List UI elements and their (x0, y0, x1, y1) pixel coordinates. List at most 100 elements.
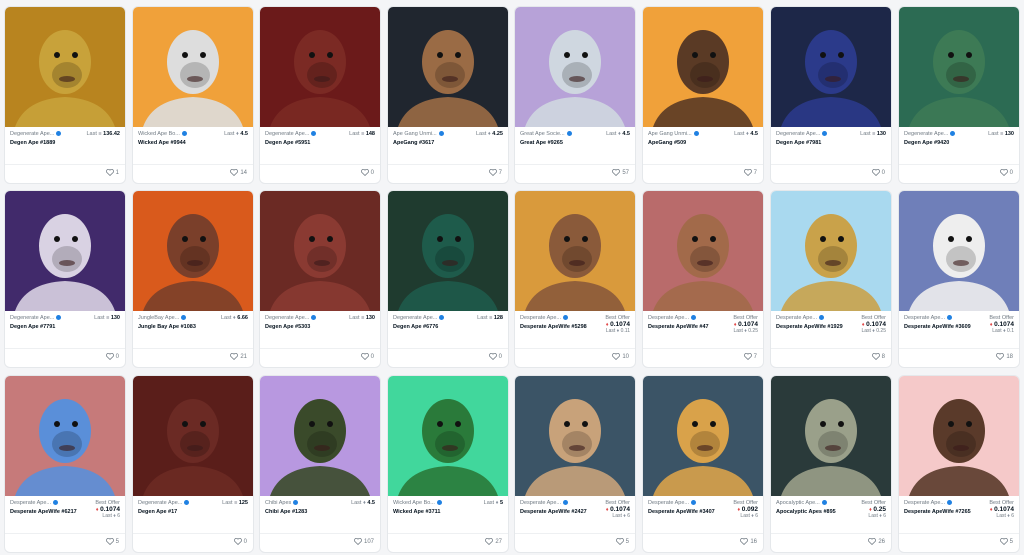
collection-name[interactable]: Desperate Ape... (904, 500, 952, 506)
collection-name[interactable]: Degenerate Ape... (10, 315, 62, 321)
nft-name[interactable]: Desperate ApeWife #5298 (520, 324, 590, 331)
nft-name[interactable]: Degen Ape #1889 (10, 140, 80, 147)
nft-name[interactable]: Great Ape #9265 (520, 140, 590, 147)
favorite-button[interactable]: 21 (230, 353, 247, 360)
favorite-button[interactable]: 0 (233, 538, 247, 545)
nft-name[interactable]: Desperate ApeWife #3407 (648, 509, 718, 516)
nft-card[interactable]: Desperate Ape... Desperate ApeWife #3407 B… (642, 375, 764, 553)
nft-image[interactable] (515, 191, 635, 311)
nft-name[interactable]: ApeGang #509 (648, 140, 718, 147)
favorite-button[interactable]: 0 (360, 169, 374, 176)
nft-name[interactable]: Desperate ApeWife #47 (648, 324, 718, 331)
nft-image[interactable] (260, 191, 380, 311)
favorite-button[interactable]: 27 (485, 538, 502, 545)
nft-card[interactable]: Wicked Ape Bo... Wicked Ape #3711 Last ♦ 5… (387, 375, 509, 553)
collection-name[interactable]: Degenerate Ape... (10, 131, 62, 137)
nft-image[interactable] (771, 376, 891, 496)
nft-image[interactable] (771, 7, 891, 127)
collection-name[interactable]: Desperate Ape... (648, 315, 696, 321)
collection-name[interactable]: Apocalyptic Ape... (776, 500, 827, 506)
nft-name[interactable]: Desperate ApeWife #1929 (776, 324, 846, 331)
nft-image[interactable] (5, 191, 125, 311)
favorite-button[interactable]: 10 (612, 353, 629, 360)
collection-name[interactable]: Degenerate Ape... (776, 131, 828, 137)
favorite-button[interactable]: 1 (105, 169, 119, 176)
nft-card[interactable]: Degenerate Ape... Degen Ape #9420 Last ≡ 1… (898, 6, 1020, 184)
nft-card[interactable]: Degenerate Ape... Degen Ape #1889 Last ≡ 1… (4, 6, 126, 184)
nft-image[interactable] (515, 376, 635, 496)
nft-card[interactable]: Degenerate Ape... Degen Ape #7791 Last ≡ 1… (4, 190, 126, 368)
nft-name[interactable]: Desperate ApeWife #6217 (10, 509, 80, 516)
nft-image[interactable] (643, 376, 763, 496)
nft-name[interactable]: ApeGang #3617 (393, 140, 463, 147)
collection-name[interactable]: Wicked Ape Bo... (393, 500, 442, 506)
favorite-button[interactable]: 5 (615, 538, 629, 545)
collection-name[interactable]: Ape Gang Unmi... (648, 131, 699, 137)
nft-card[interactable]: Desperate Ape... Desperate ApeWife #3609 B… (898, 190, 1020, 368)
collection-name[interactable]: Degenerate Ape... (265, 315, 317, 321)
collection-name[interactable]: Degenerate Ape... (393, 315, 445, 321)
collection-name[interactable]: JungleBay Ape... (138, 315, 187, 321)
nft-card[interactable]: Chibi Apes Chibi Ape #1283 Last ♦ 4.5 107 (259, 375, 381, 553)
nft-image[interactable] (260, 7, 380, 127)
favorite-button[interactable]: 0 (360, 353, 374, 360)
nft-card[interactable]: Ape Gang Unmi... ApeGang #3617 Last ♦ 4.25… (387, 6, 509, 184)
nft-name[interactable]: Wicked Ape #9944 (138, 140, 208, 147)
nft-image[interactable] (5, 7, 125, 127)
nft-name[interactable]: Jungle Bay Ape #1083 (138, 324, 208, 331)
nft-image[interactable] (388, 191, 508, 311)
collection-name[interactable]: Degenerate Ape... (265, 131, 317, 137)
nft-name[interactable]: Desperate ApeWife #3609 (904, 324, 974, 331)
nft-image[interactable] (260, 376, 380, 496)
collection-name[interactable]: Desperate Ape... (520, 500, 568, 506)
nft-name[interactable]: Desperate ApeWife #7265 (904, 509, 974, 516)
favorite-button[interactable]: 107 (354, 538, 374, 545)
nft-card[interactable]: Degenerate Ape... Degen Ape #17 Last ≡ 125… (132, 375, 254, 553)
nft-name[interactable]: Degen Ape #5951 (265, 140, 335, 147)
favorite-button[interactable]: 7 (743, 353, 757, 360)
nft-name[interactable]: Degen Ape #9420 (904, 140, 974, 147)
nft-image[interactable] (5, 376, 125, 496)
collection-name[interactable]: Ape Gang Unmi... (393, 131, 444, 137)
nft-image[interactable] (133, 7, 253, 127)
favorite-button[interactable]: 18 (996, 353, 1013, 360)
favorite-button[interactable]: 0 (488, 353, 502, 360)
nft-image[interactable] (133, 376, 253, 496)
favorite-button[interactable]: 0 (105, 353, 119, 360)
favorite-button[interactable]: 16 (740, 538, 757, 545)
nft-card[interactable]: Desperate Ape... Desperate ApeWife #7265 B… (898, 375, 1020, 553)
nft-card[interactable]: Degenerate Ape... Degen Ape #6776 Last ≡ 1… (387, 190, 509, 368)
nft-card[interactable]: Degenerate Ape... Degen Ape #7981 Last ≡ 1… (770, 6, 892, 184)
nft-name[interactable]: Chibi Ape #1283 (265, 509, 335, 516)
nft-card[interactable]: Wicked Ape Bo... Wicked Ape #9944 Last ♦ 4… (132, 6, 254, 184)
nft-name[interactable]: Degen Ape #7981 (776, 140, 846, 147)
nft-name[interactable]: Apocalyptic Apes #895 (776, 509, 846, 516)
favorite-button[interactable]: 0 (871, 169, 885, 176)
nft-card[interactable]: Desperate Ape... Desperate ApeWife #1929 B… (770, 190, 892, 368)
favorite-button[interactable]: 57 (612, 169, 629, 176)
nft-card[interactable]: Degenerate Ape... Degen Ape #5951 Last ≡ 1… (259, 6, 381, 184)
favorite-button[interactable]: 7 (488, 169, 502, 176)
collection-name[interactable]: Degenerate Ape... (904, 131, 956, 137)
nft-card[interactable]: Ape Gang Unmi... ApeGang #509 Last ♦ 4.5 7 (642, 6, 764, 184)
collection-name[interactable]: Desperate Ape... (776, 315, 824, 321)
nft-name[interactable]: Degen Ape #5303 (265, 324, 335, 331)
favorite-button[interactable]: 26 (868, 538, 885, 545)
favorite-button[interactable]: 5 (105, 538, 119, 545)
nft-image[interactable] (643, 7, 763, 127)
nft-card[interactable]: Desperate Ape... Desperate ApeWife #5298 B… (514, 190, 636, 368)
nft-image[interactable] (388, 7, 508, 127)
collection-name[interactable]: Degenerate Ape... (138, 500, 190, 506)
favorite-button[interactable]: 5 (999, 538, 1013, 545)
collection-name[interactable]: Desperate Ape... (648, 500, 696, 506)
nft-image[interactable] (771, 191, 891, 311)
collection-name[interactable]: Chibi Apes (265, 500, 299, 506)
collection-name[interactable]: Desperate Ape... (520, 315, 568, 321)
nft-name[interactable]: Degen Ape #6776 (393, 324, 463, 331)
favorite-button[interactable]: 8 (871, 353, 885, 360)
collection-name[interactable]: Desperate Ape... (904, 315, 952, 321)
collection-name[interactable]: Wicked Ape Bo... (138, 131, 187, 137)
nft-image[interactable] (388, 376, 508, 496)
nft-image[interactable] (899, 376, 1019, 496)
nft-image[interactable] (133, 191, 253, 311)
